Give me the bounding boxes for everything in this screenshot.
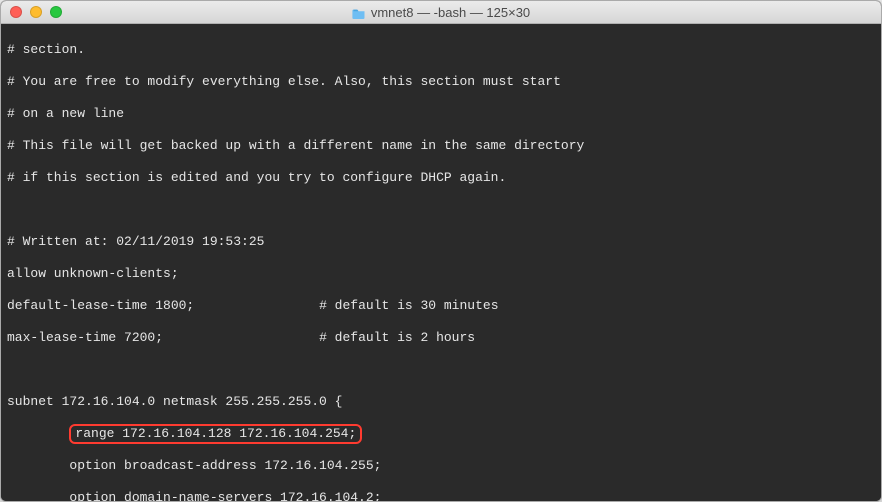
folder-icon: [352, 7, 366, 18]
term-line: [7, 362, 875, 378]
term-line: # You are free to modify everything else…: [7, 74, 875, 90]
titlebar: vmnet8 — -bash — 125×30: [1, 1, 881, 24]
term-line: # section.: [7, 42, 875, 58]
term-line: # on a new line: [7, 106, 875, 122]
terminal-window: vmnet8 — -bash — 125×30 # section. # You…: [0, 0, 882, 502]
minimize-icon[interactable]: [30, 6, 42, 18]
term-line: default-lease-time 1800; # default is 30…: [7, 298, 875, 314]
window-title: vmnet8 — -bash — 125×30: [371, 5, 530, 20]
term-text: default-lease-time 1800;: [7, 298, 194, 313]
window-title-wrap: vmnet8 — -bash — 125×30: [1, 5, 881, 20]
term-line: [7, 202, 875, 218]
term-line: # if this section is edited and you try …: [7, 170, 875, 186]
term-text: max-lease-time 7200;: [7, 330, 163, 345]
term-line: allow unknown-clients;: [7, 266, 875, 282]
term-line: range 172.16.104.128 172.16.104.254;: [7, 426, 875, 442]
traffic-lights: [1, 6, 62, 18]
indent: [7, 426, 69, 441]
term-line: # Written at: 02/11/2019 19:53:25: [7, 234, 875, 250]
term-comment: # default is 2 hours: [319, 330, 475, 345]
close-icon[interactable]: [10, 6, 22, 18]
term-comment: # default is 30 minutes: [319, 298, 498, 313]
term-line: max-lease-time 7200; # default is 2 hour…: [7, 330, 875, 346]
zoom-icon[interactable]: [50, 6, 62, 18]
term-line: option domain-name-servers 172.16.104.2;: [7, 490, 875, 501]
term-line: # This file will get backed up with a di…: [7, 138, 875, 154]
term-line: subnet 172.16.104.0 netmask 255.255.255.…: [7, 394, 875, 410]
term-line: option broadcast-address 172.16.104.255;: [7, 458, 875, 474]
highlight-range: range 172.16.104.128 172.16.104.254;: [69, 424, 362, 444]
terminal-content[interactable]: # section. # You are free to modify ever…: [1, 24, 881, 501]
